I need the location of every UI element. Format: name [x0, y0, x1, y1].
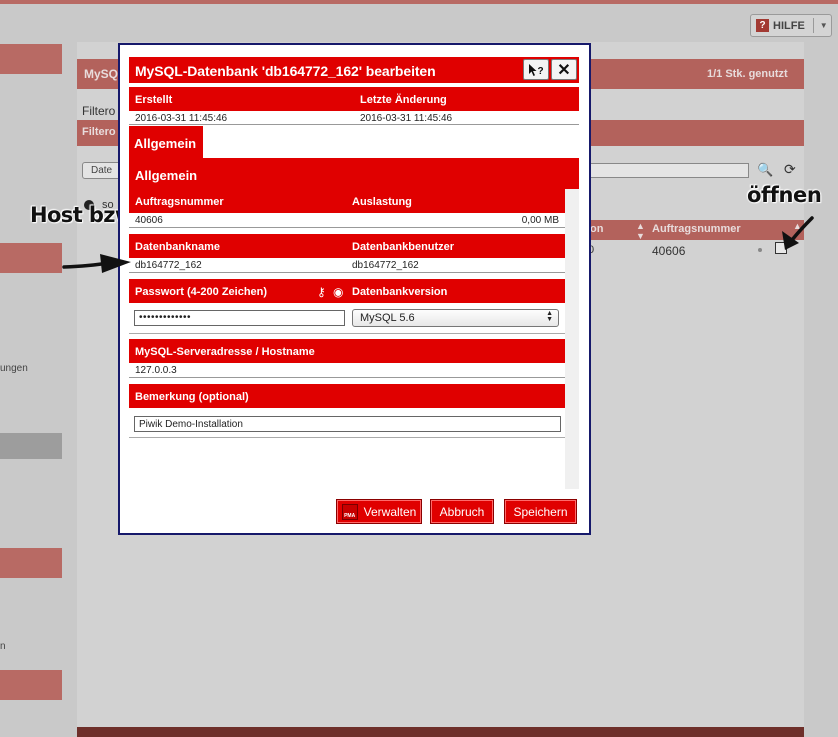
order-number-label: Auftragsnummer: [135, 196, 224, 208]
db-version-select[interactable]: MySQL 5.6 ▲ ▼: [352, 309, 559, 327]
remark-label: Bemerkung (optional): [135, 391, 249, 403]
filter-search-input[interactable]: [588, 163, 749, 178]
modified-value: 2016-03-31 11:45:46: [360, 113, 453, 124]
host-label: MySQL-Serveradresse / Hostname: [135, 346, 315, 358]
scrollbar[interactable]: [565, 189, 579, 489]
cursor-help-icon: ?: [529, 63, 544, 77]
close-icon[interactable]: ✕: [551, 59, 577, 80]
top-accent-line: [0, 0, 838, 4]
db-name-user-header: Datenbankname Datenbankbenutzer: [129, 234, 565, 258]
left-nav-block: [0, 44, 62, 74]
help-button[interactable]: ? HILFE ▼: [750, 14, 832, 37]
host-header: MySQL-Serveradresse / Hostname: [129, 339, 565, 363]
left-nav-block: [0, 548, 62, 578]
manage-button[interactable]: PMA Verwalten: [336, 499, 422, 524]
help-separator: [812, 18, 814, 33]
order-number-value: 40606: [135, 215, 163, 226]
password-version-header: Passwort (4-200 Zeichen) Datenbankversio…: [129, 279, 565, 303]
left-nav-selected: [0, 433, 62, 459]
cancel-button[interactable]: Abbruch: [430, 499, 494, 524]
created-value: 2016-03-31 11:45:46: [135, 113, 228, 124]
select-arrows-icon: ▲ ▼: [546, 310, 553, 323]
order-usage-values: 40606 0,00 MB: [129, 213, 565, 228]
row-dot: [758, 248, 762, 252]
left-nav-block: [0, 670, 62, 700]
host-values: 127.0.0.3: [129, 363, 565, 378]
filter-label: Filtero: [82, 104, 116, 118]
remark-field[interactable]: Piwik Demo-Installation: [134, 416, 561, 432]
dropdown-arrow-icon: ▼: [819, 21, 828, 30]
dialog-title: MySQL-Datenbank 'db164772_162' bearbeite…: [135, 63, 436, 79]
remark-header: Bemerkung (optional): [129, 384, 565, 408]
created-label: Erstellt: [135, 94, 173, 106]
db-version-selected: MySQL 5.6: [360, 312, 415, 324]
sort-icon[interactable]: ▲ ▼: [636, 221, 645, 241]
help-icon: ?: [756, 19, 769, 32]
db-user-label: Datenbankbenutzer: [352, 241, 455, 253]
left-nav-text: ungen: [0, 363, 28, 374]
modified-label: Letzte Änderung: [360, 94, 447, 106]
open-record-icon[interactable]: [775, 242, 787, 254]
table-cell: 40606: [652, 244, 686, 258]
db-name-user-values: db164772_162 db164772_162: [129, 258, 565, 273]
cursor-help-icon[interactable]: ?: [523, 59, 549, 80]
eye-icon[interactable]: ◉: [333, 285, 343, 299]
save-button[interactable]: Speichern: [504, 499, 577, 524]
db-name-value: db164772_162: [135, 260, 202, 271]
password-label: Passwort (4-200 Zeichen): [135, 286, 268, 298]
meta-header: Erstellt Letzte Änderung: [129, 87, 579, 111]
row-divider: [129, 437, 565, 438]
password-field[interactable]: •••••••••••••: [134, 310, 345, 326]
order-usage-header: Auftragsnummer Auslastung: [129, 189, 565, 213]
refresh-icon[interactable]: ⟳: [784, 161, 796, 178]
filter-select[interactable]: Date: [82, 162, 122, 179]
left-nav-block: [0, 243, 62, 273]
edit-database-dialog: MySQL-Datenbank 'db164772_162' bearbeite…: [118, 43, 591, 535]
sort-icon[interactable]: ▲: [793, 221, 802, 231]
usage-label: Auslastung: [352, 196, 412, 208]
table-col-header[interactable]: on: [590, 223, 603, 235]
help-label: HILFE: [773, 19, 805, 32]
panel-title: MySQ: [84, 67, 119, 81]
search-icon[interactable]: 🔍: [757, 162, 773, 178]
phpmyadmin-icon: PMA: [341, 503, 358, 520]
meta-values: 2016-03-31 11:45:46 2016-03-31 11:45:46: [129, 111, 579, 125]
manage-label: Verwalten: [363, 504, 417, 519]
bottom-band: [77, 727, 804, 737]
host-value: 127.0.0.3: [135, 365, 177, 376]
key-icon[interactable]: ⚷: [317, 285, 326, 299]
section-general: Allgemein: [129, 158, 579, 189]
db-version-label: Datenbankversion: [352, 286, 448, 298]
usage-value: 0,00 MB: [521, 215, 559, 226]
usage-counter: 1/1 Stk. genutzt: [707, 68, 788, 80]
dialog-titlebar: MySQL-Datenbank 'db164772_162' bearbeite…: [129, 57, 579, 83]
svg-text:?: ?: [538, 66, 544, 77]
left-nav-text: n: [0, 641, 6, 652]
db-user-value: db164772_162: [352, 260, 419, 271]
db-name-label: Datenbankname: [135, 241, 220, 253]
row-divider: [129, 333, 565, 334]
tab-general[interactable]: Allgemein: [129, 126, 203, 158]
annotation-open: öffnen: [747, 183, 822, 207]
table-col-header[interactable]: Auftragsnummer: [652, 223, 741, 235]
filter-band-label: Filtero: [82, 126, 116, 138]
